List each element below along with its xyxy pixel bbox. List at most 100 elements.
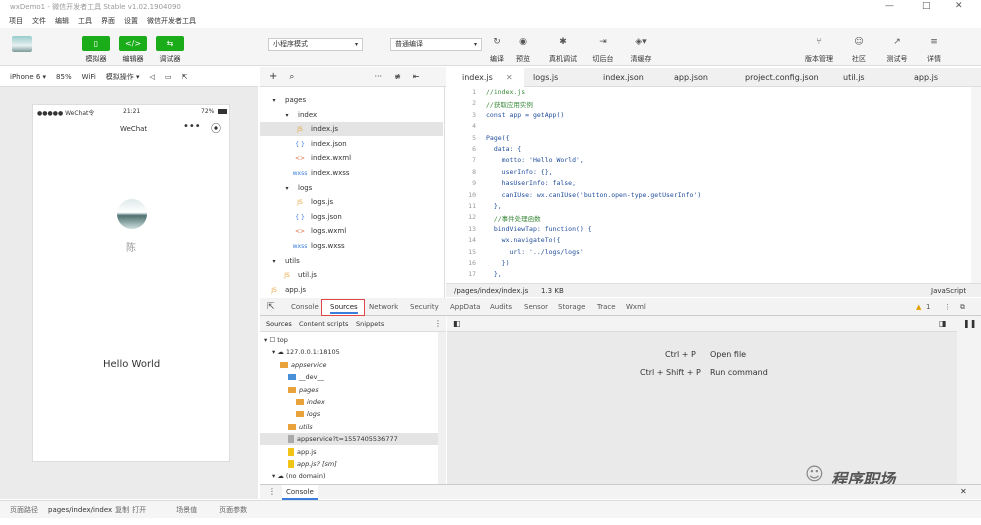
sources-tree-row[interactable]: appservice?t=1557405536777 <box>260 433 438 446</box>
user-avatar[interactable] <box>117 199 147 229</box>
compile-mode-select[interactable]: 普通编译 ▾ <box>390 38 482 51</box>
sources-tree-row[interactable]: ▾ ☁ 127.0.0.1:18105 <box>272 346 340 358</box>
menu-project[interactable]: 项目 <box>9 16 23 26</box>
close-icon[interactable]: ✕ <box>955 1 963 11</box>
chat-icon[interactable]: ☺ <box>844 37 874 47</box>
tab-index-js[interactable]: index.js <box>462 68 493 87</box>
tab-audits[interactable]: Audits <box>490 298 512 316</box>
external-link-icon[interactable]: ↗ <box>882 37 912 47</box>
page-params-label[interactable]: 页面参数 <box>219 505 247 515</box>
subtab-snippets[interactable]: Snippets <box>356 320 384 328</box>
collapse-icon[interactable]: ⇤ <box>413 72 420 81</box>
mode-select[interactable]: 小程序模式 ▾ <box>268 38 363 51</box>
tab-index-json[interactable]: index.json <box>603 68 644 87</box>
sources-tree-row[interactable]: app.js <box>288 446 317 458</box>
open-link[interactable]: 打开 <box>132 505 146 515</box>
branch-icon[interactable]: ⑂ <box>804 37 834 47</box>
close-icon[interactable]: ✕ <box>960 487 967 496</box>
tab-sensor[interactable]: Sensor <box>524 298 548 316</box>
inspect-icon[interactable]: ⇱ <box>267 298 275 316</box>
debugger-button[interactable]: ⇆ <box>156 36 184 51</box>
filetree-row[interactable]: ▾ logs <box>260 181 443 195</box>
community-button[interactable]: 社区 <box>839 54 879 64</box>
more-vert-icon[interactable]: ⋮ <box>268 487 276 496</box>
filetree-row[interactable]: JS logs.js <box>260 195 443 209</box>
action-select[interactable]: 模拟操作 ▾ <box>106 72 140 82</box>
tree-scrollbar[interactable] <box>438 332 446 484</box>
filetree-row[interactable]: { } index.json <box>260 137 443 151</box>
tab-app-json[interactable]: app.json <box>674 68 708 87</box>
tab-logs-js[interactable]: logs.js <box>533 68 558 87</box>
tab-close-icon[interactable]: ✕ <box>506 68 513 87</box>
filetree-row[interactable]: wxss logs.wxss <box>260 239 443 253</box>
tab-console[interactable]: Console <box>291 298 319 316</box>
version-button[interactable]: 版本管理 <box>799 54 839 64</box>
avatar[interactable] <box>12 36 32 52</box>
tab-network[interactable]: Network <box>369 298 398 316</box>
filetree-row[interactable]: <> index.wxml <box>260 151 443 165</box>
console-tab[interactable]: Console <box>282 485 318 500</box>
clear-cache-button[interactable]: 清缓存 <box>621 54 661 64</box>
close-circle-icon[interactable]: ⦿ <box>211 120 221 135</box>
layers-icon[interactable]: ◈▾ <box>626 37 656 47</box>
filetree-row[interactable]: JS app.js <box>260 283 443 297</box>
popout-icon[interactable]: ⇱ <box>182 73 188 81</box>
tab-storage[interactable]: Storage <box>558 298 585 316</box>
sources-tree-row[interactable]: pages <box>288 384 319 396</box>
more-vert-icon[interactable]: ⋮ <box>944 298 951 316</box>
sources-tree-row[interactable]: utils <box>288 421 313 433</box>
filetree-row[interactable]: wxss index.wxss <box>260 166 443 180</box>
editor-scrollbar[interactable] <box>971 87 981 283</box>
sources-tree-row[interactable]: logs <box>296 408 320 420</box>
more-icon[interactable]: ••• <box>183 121 201 132</box>
more-icon[interactable]: ··· <box>374 72 382 81</box>
menu-lines-icon[interactable]: ≡ <box>919 37 949 47</box>
search-icon[interactable]: ⌕ <box>289 72 294 82</box>
subtab-sources[interactable]: Sources <box>266 320 292 328</box>
simulator-button[interactable]: ▯ <box>82 36 110 51</box>
device-select[interactable]: iPhone 6 ▾ <box>10 73 46 81</box>
sound-icon[interactable]: ◁ <box>150 73 155 81</box>
more-vert-icon[interactable]: ⋮ <box>434 319 442 328</box>
code-editor[interactable]: 1 //index.js 2 //获取应用实例 3 const app = getApp(… <box>446 87 971 283</box>
tab-security[interactable]: Security <box>410 298 439 316</box>
pause-icon[interactable]: ❚❚ <box>963 319 976 328</box>
filetree-row[interactable]: <> logs.wxml <box>260 224 443 238</box>
language-label[interactable]: JavaScript <box>931 287 966 295</box>
tab-sources[interactable]: Sources <box>330 298 358 314</box>
subtab-content-scripts[interactable]: Content scripts <box>299 320 348 328</box>
warning-icon[interactable]: ▲ <box>916 298 921 316</box>
tab-util-js[interactable]: util.js <box>843 68 865 87</box>
menu-settings[interactable]: 设置 <box>124 16 138 26</box>
filetree-row[interactable]: ▾ utils <box>260 254 443 268</box>
sort-icon[interactable]: ≢ <box>394 72 401 81</box>
tab-trace[interactable]: Trace <box>597 298 616 316</box>
network-select[interactable]: WiFi <box>82 73 96 81</box>
eye-icon[interactable]: ◉ <box>508 37 538 47</box>
filetree-row[interactable]: ▾ index <box>260 108 443 122</box>
bug-icon[interactable]: ✱ <box>548 37 578 47</box>
switch-icon[interactable]: ⇥ <box>588 37 618 47</box>
filetree-row[interactable]: { } logs.json <box>260 210 443 224</box>
sources-tree-row[interactable]: __dev__ <box>288 371 324 383</box>
details-button[interactable]: 详情 <box>914 54 954 64</box>
scene-label[interactable]: 场景值 <box>176 505 197 515</box>
filetree-row[interactable]: JS index.js <box>260 122 443 137</box>
menu-edit[interactable]: 编辑 <box>55 16 69 26</box>
editor-button[interactable]: </> <box>119 36 147 51</box>
toggle-debugger-icon[interactable]: ◨ <box>939 319 947 328</box>
minimize-icon[interactable]: — <box>885 1 894 11</box>
remote-debug-button[interactable]: 真机调试 <box>543 54 583 64</box>
sources-tree-row[interactable]: ▾ ☁ (no domain) <box>272 470 325 482</box>
tab-wxml[interactable]: Wxml <box>626 298 646 316</box>
screen-icon[interactable]: ▭ <box>165 73 172 81</box>
sources-tree-row[interactable]: appservice <box>280 359 327 371</box>
toggle-navigator-icon[interactable]: ◧ <box>453 319 461 328</box>
tab-app-js[interactable]: app.js <box>914 68 938 87</box>
plus-icon[interactable]: + <box>269 71 277 82</box>
sources-tree-row[interactable]: app.js? [sm] <box>288 458 337 470</box>
menu-devtools[interactable]: 微信开发者工具 <box>147 16 196 26</box>
copy-link[interactable]: 复制 <box>115 505 129 515</box>
maximize-icon[interactable]: □ <box>922 1 931 11</box>
filetree-row[interactable]: ▾ pages <box>260 93 443 107</box>
